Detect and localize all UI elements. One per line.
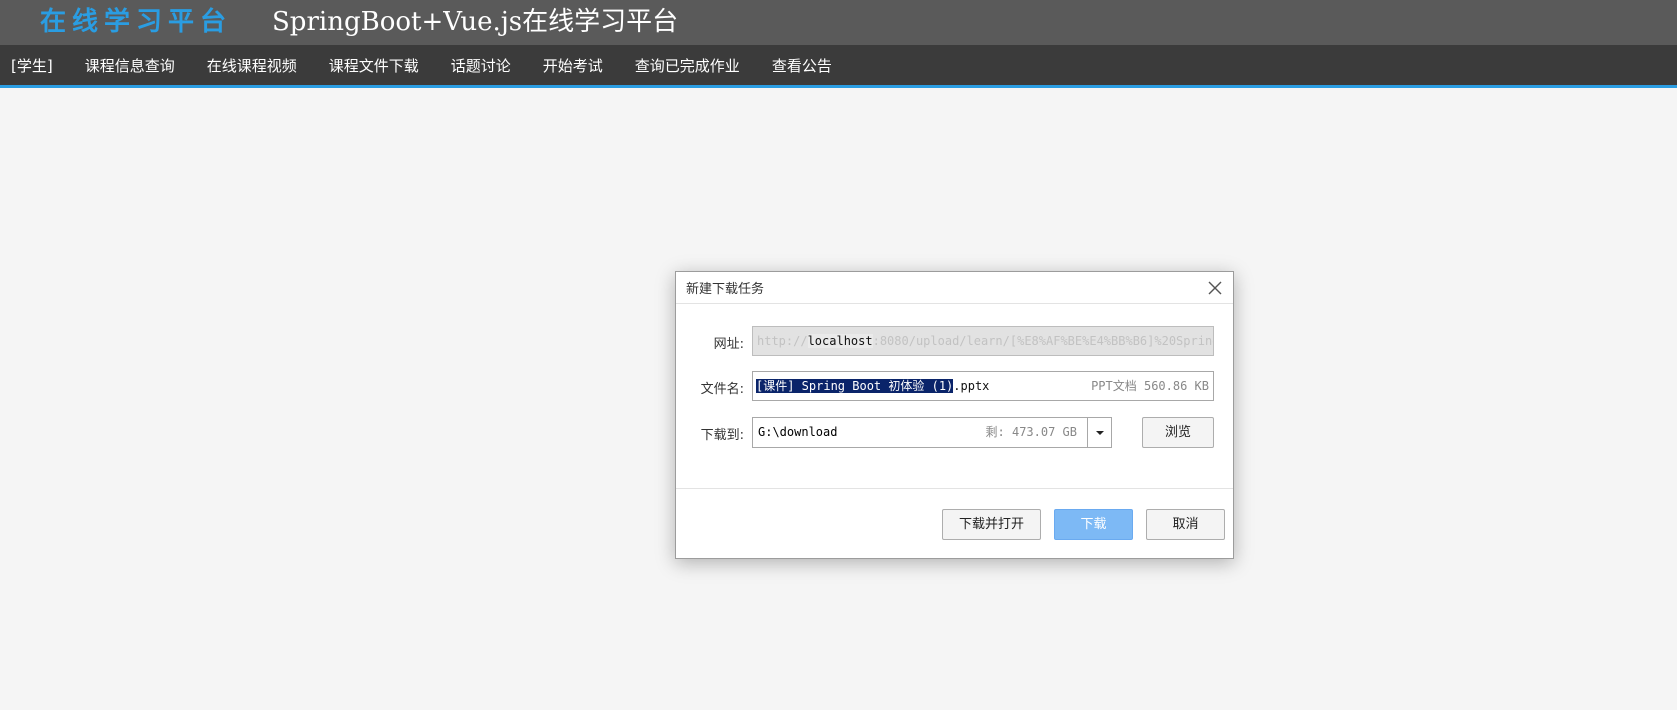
- browse-button[interactable]: 浏览: [1142, 417, 1214, 448]
- filename-label: 文件名:: [700, 382, 744, 397]
- url-label: 网址:: [713, 337, 744, 352]
- free-space-text: 剩: 473.07 GB: [985, 425, 1077, 439]
- site-title: SpringBoot+Vue.js在线学习平台: [272, 7, 679, 37]
- download-and-open-button[interactable]: 下载并打开: [942, 509, 1041, 540]
- nav-item-discussion[interactable]: 话题讨论: [451, 55, 511, 76]
- url-prefix: http://: [757, 334, 808, 348]
- cancel-button[interactable]: 取消: [1146, 509, 1225, 540]
- chevron-down-icon[interactable]: [1087, 418, 1111, 447]
- nav-item-announcements[interactable]: 查看公告: [772, 55, 832, 76]
- save-path-value: G:\download: [758, 425, 838, 439]
- download-button[interactable]: 下载: [1054, 509, 1133, 540]
- dialog-title: 新建下载任务: [686, 282, 765, 297]
- close-icon[interactable]: [1205, 278, 1225, 298]
- filename-input[interactable]: [课件] Spring Boot 初体验 (1).pptx PPT文档 560.…: [752, 371, 1214, 401]
- file-type-size: PPT文档 560.86 KB: [1091, 379, 1209, 393]
- nav-item-course-video[interactable]: 在线课程视频: [207, 55, 297, 76]
- dialog-footer-divider: [676, 488, 1233, 489]
- saveto-label: 下载到:: [700, 428, 744, 443]
- dialog-divider: [676, 303, 1233, 304]
- main-nav: [学生] 课程信息查询 在线课程视频 课程文件下载 话题讨论 开始考试 查询已完…: [0, 45, 1677, 88]
- nav-item-completed-homework[interactable]: 查询已完成作业: [635, 55, 740, 76]
- nav-item-course-info[interactable]: 课程信息查询: [85, 55, 175, 76]
- nav-item-start-exam[interactable]: 开始考试: [543, 55, 603, 76]
- filename-extension: .pptx: [953, 379, 990, 393]
- url-rest: :8080/upload/learn/[%E8%AF%BE%E4%BB%B6]%…: [872, 334, 1214, 348]
- save-path-select[interactable]: G:\download 剩: 473.07 GB: [752, 417, 1112, 448]
- top-header: 在线学习平台 SpringBoot+Vue.js在线学习平台: [0, 0, 1677, 45]
- url-host: localhost: [807, 334, 873, 348]
- brand-logo-text: 在线学习平台: [40, 7, 233, 37]
- new-download-dialog: 新建下载任务 网址: http://localhost:8080/upload/…: [675, 271, 1234, 559]
- nav-item-file-download[interactable]: 课程文件下载: [329, 55, 419, 76]
- filename-selected-text: [课件] Spring Boot 初体验 (1): [756, 379, 954, 393]
- url-field[interactable]: http://localhost:8080/upload/learn/[%E8%…: [752, 326, 1214, 356]
- nav-role-label: [学生]: [11, 56, 53, 75]
